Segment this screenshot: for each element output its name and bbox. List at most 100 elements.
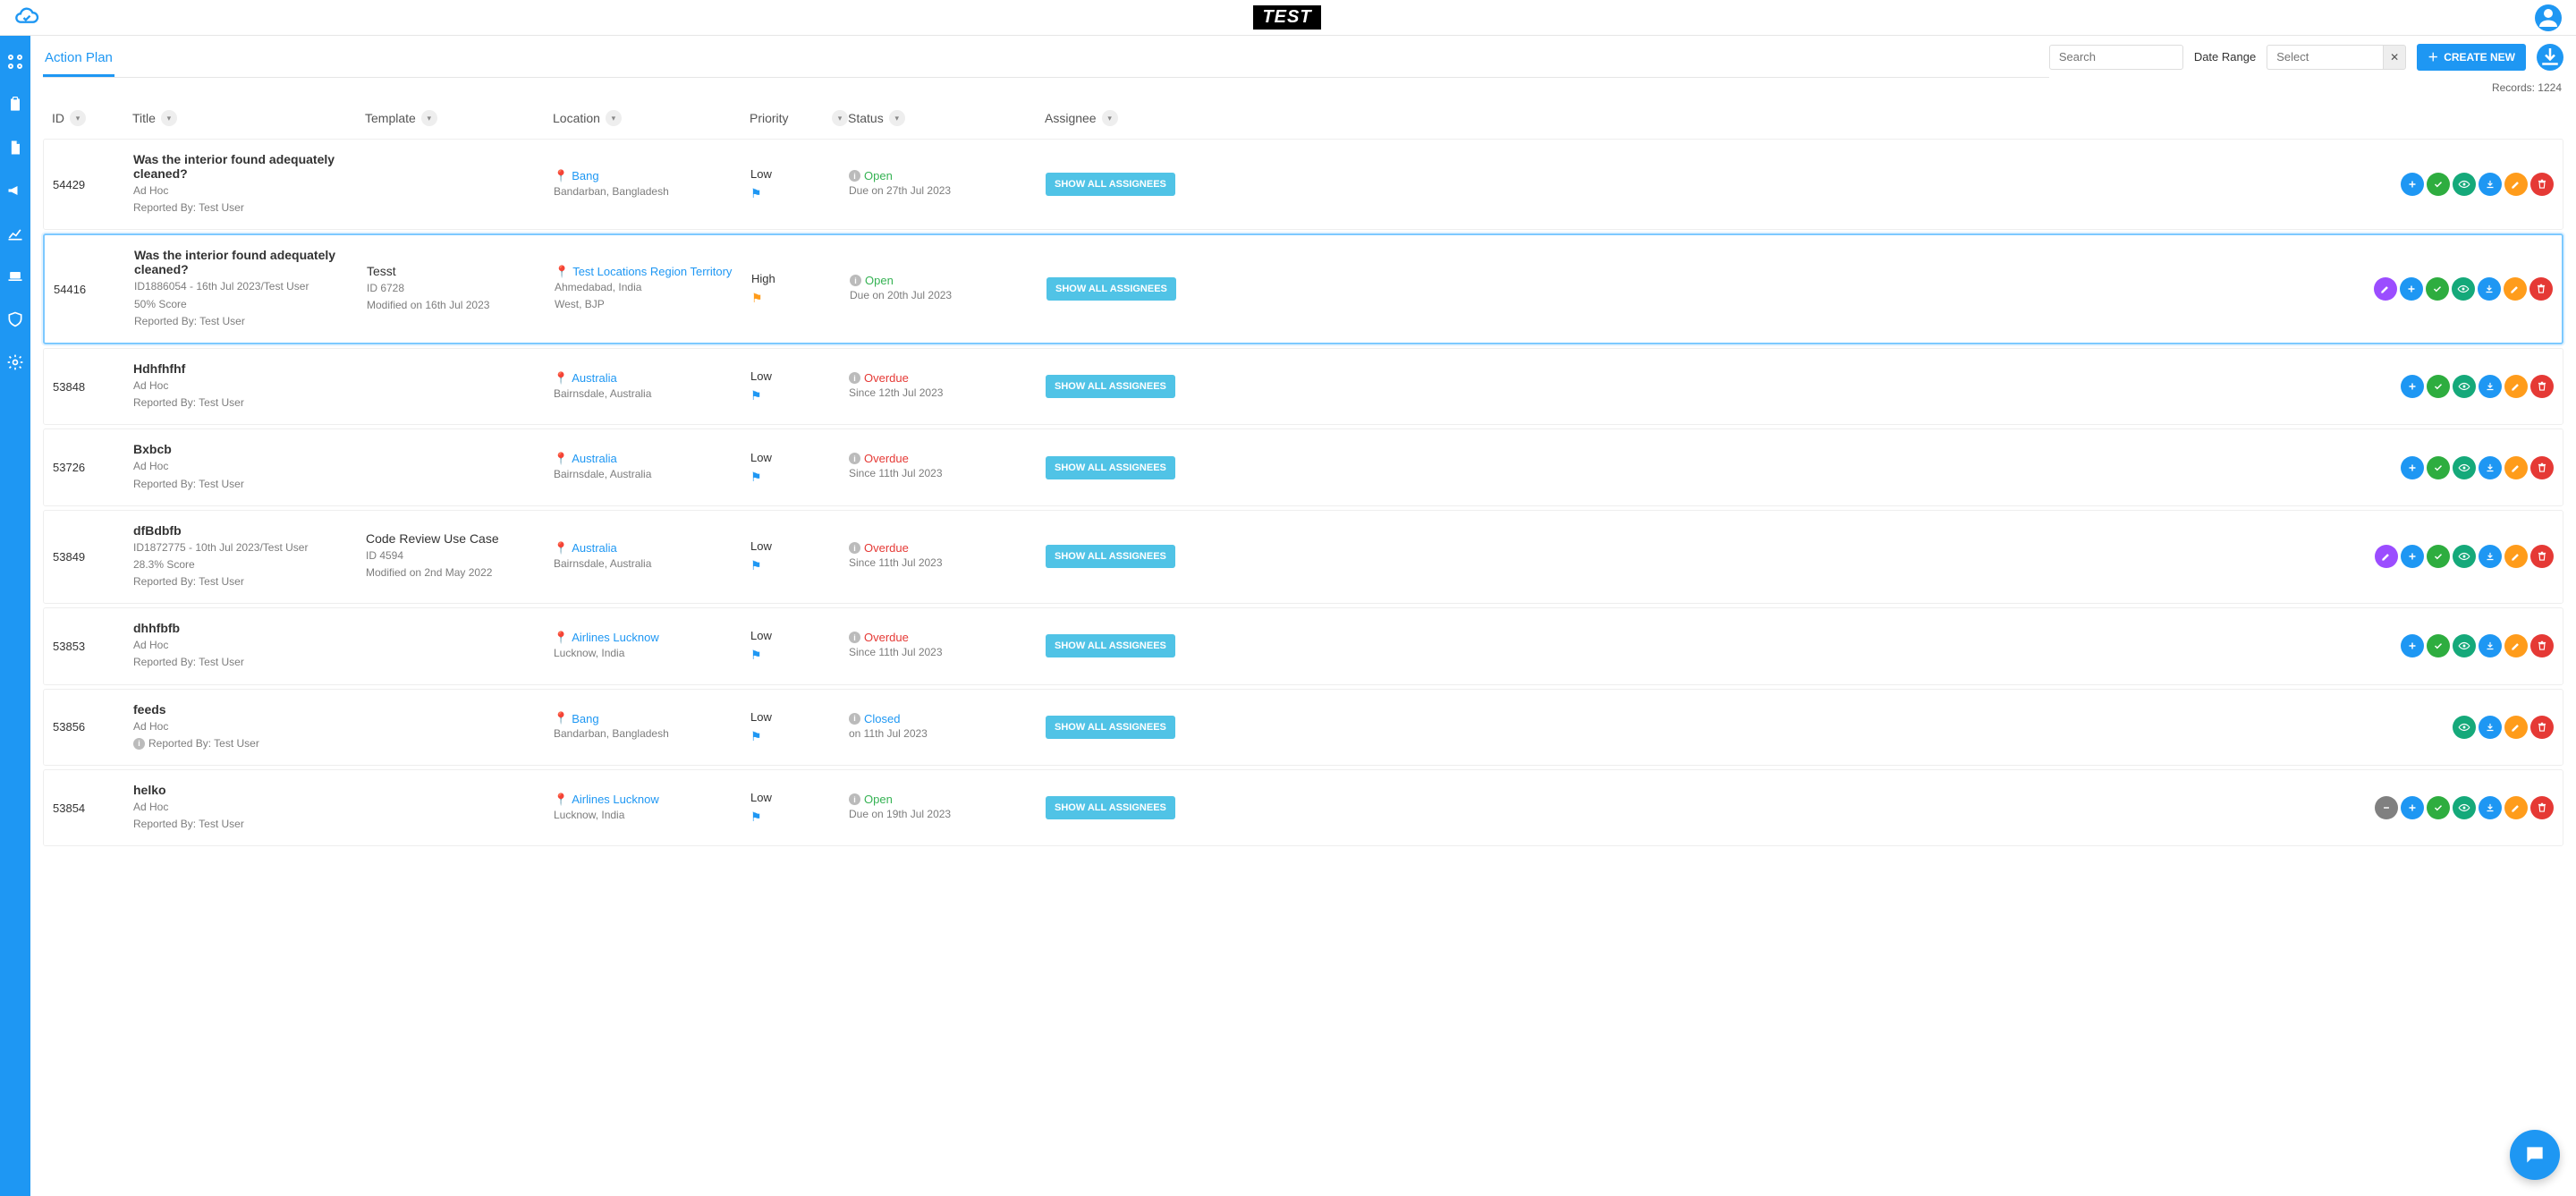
table-row[interactable]: 54416 Was the interior found adequately … [43, 233, 2563, 344]
edit-icon-button[interactable] [2504, 545, 2528, 568]
table-row[interactable]: 53726 BxbcbAd HocReported By: Test User … [43, 428, 2563, 505]
show-all-assignees-button[interactable]: SHOW ALL ASSIGNEES [1046, 375, 1175, 398]
add-icon-button[interactable] [2401, 545, 2424, 568]
add-icon-button[interactable] [2401, 796, 2424, 819]
location-name[interactable]: Australia [572, 541, 617, 555]
edit-icon-button[interactable] [2504, 173, 2528, 196]
sort-icon[interactable]: ▾ [889, 110, 905, 126]
check-icon-button[interactable] [2427, 634, 2450, 657]
add-icon-button[interactable] [2401, 456, 2424, 479]
edit-icon [2510, 640, 2522, 652]
location-name[interactable]: Bang [572, 712, 598, 725]
edit-icon-button[interactable] [2504, 796, 2528, 819]
delete-icon-button[interactable] [2530, 173, 2554, 196]
check-icon-button[interactable] [2427, 456, 2450, 479]
delete-icon-button[interactable] [2530, 796, 2554, 819]
check-icon-button[interactable] [2427, 173, 2450, 196]
download-icon-button[interactable] [2479, 545, 2502, 568]
add-icon-button[interactable] [2401, 173, 2424, 196]
edit-icon-button[interactable] [2375, 545, 2398, 568]
sidebar-item-megaphone[interactable] [5, 181, 25, 200]
check-icon-button[interactable] [2427, 796, 2450, 819]
delete-icon-button[interactable] [2530, 456, 2554, 479]
app-logo[interactable] [14, 5, 39, 30]
table-row[interactable]: 53856 feedsAd HociReported By: Test User… [43, 689, 2563, 766]
view-icon-button[interactable] [2453, 456, 2476, 479]
download-icon-button[interactable] [2479, 173, 2502, 196]
edit-icon-button[interactable] [2504, 375, 2528, 398]
check-icon-button[interactable] [2427, 375, 2450, 398]
view-icon-button[interactable] [2453, 796, 2476, 819]
sidebar-item-clipboard[interactable] [5, 95, 25, 115]
download-icon-button[interactable] [2479, 634, 2502, 657]
search-input[interactable] [2049, 45, 2183, 70]
chat-fab[interactable] [2510, 1130, 2560, 1180]
location-name[interactable]: Airlines Lucknow [572, 793, 659, 806]
sort-icon[interactable]: ▾ [70, 110, 86, 126]
date-range-input[interactable] [2267, 45, 2383, 70]
show-all-assignees-button[interactable]: SHOW ALL ASSIGNEES [1046, 634, 1175, 657]
view-icon-button[interactable] [2453, 716, 2476, 739]
sidebar-item-document[interactable] [5, 138, 25, 157]
download-icon-button[interactable] [2478, 277, 2501, 301]
show-all-assignees-button[interactable]: SHOW ALL ASSIGNEES [1046, 796, 1175, 819]
download-icon-button[interactable] [2479, 796, 2502, 819]
delete-icon-button[interactable] [2530, 634, 2554, 657]
sidebar-item-laptop[interactable] [5, 267, 25, 286]
sort-icon[interactable]: ▾ [832, 110, 848, 126]
sort-icon[interactable]: ▾ [606, 110, 622, 126]
edit-icon-button[interactable] [2504, 634, 2528, 657]
download-icon-button[interactable] [2479, 716, 2502, 739]
add-icon-button[interactable] [2401, 634, 2424, 657]
view-icon-button[interactable] [2453, 545, 2476, 568]
show-all-assignees-button[interactable]: SHOW ALL ASSIGNEES [1046, 545, 1175, 568]
edit-icon-button[interactable] [2374, 277, 2397, 301]
location-name[interactable]: Bang [572, 169, 598, 182]
table-row[interactable]: 54429 Was the interior found adequately … [43, 139, 2563, 230]
location-name[interactable]: Airlines Lucknow [572, 631, 659, 644]
check-icon-button[interactable] [2426, 277, 2449, 301]
sidebar-item-shield[interactable] [5, 310, 25, 329]
sidebar-item-apps[interactable] [5, 52, 25, 72]
table-row[interactable]: 53854 helkoAd HocReported By: Test User … [43, 769, 2563, 846]
delete-icon-button[interactable] [2530, 716, 2554, 739]
show-all-assignees-button[interactable]: SHOW ALL ASSIGNEES [1046, 456, 1175, 479]
show-all-assignees-button[interactable]: SHOW ALL ASSIGNEES [1046, 716, 1175, 739]
add-icon-button[interactable] [2401, 375, 2424, 398]
sort-icon[interactable]: ▾ [421, 110, 437, 126]
tab-action-plan[interactable]: Action Plan [43, 41, 114, 77]
show-all-assignees-button[interactable]: SHOW ALL ASSIGNEES [1046, 277, 1176, 301]
edit-icon-button[interactable] [2504, 456, 2528, 479]
delete-icon [2536, 462, 2548, 474]
sidebar-item-chart[interactable] [5, 224, 25, 243]
table-row[interactable]: 53849 dfBdbfbID1872775 - 10th Jul 2023/T… [43, 510, 2563, 605]
add-icon-button[interactable] [2400, 277, 2423, 301]
user-avatar[interactable] [2535, 4, 2562, 31]
check-icon-button[interactable] [2427, 545, 2450, 568]
create-new-button[interactable]: ＋CREATE NEW [2417, 44, 2526, 71]
table-row[interactable]: 53848 HdhfhfhfAd HocReported By: Test Us… [43, 348, 2563, 425]
row-title: dhhfbfb [133, 621, 366, 635]
download-icon-button[interactable] [2479, 375, 2502, 398]
location-name[interactable]: Test Locations Region Territory [572, 265, 732, 278]
table-row[interactable]: 53853 dhhfbfbAd HocReported By: Test Use… [43, 607, 2563, 684]
sort-icon[interactable]: ▾ [161, 110, 177, 126]
delete-icon-button[interactable] [2530, 375, 2554, 398]
show-all-assignees-button[interactable]: SHOW ALL ASSIGNEES [1046, 173, 1175, 196]
view-icon-button[interactable] [2453, 173, 2476, 196]
edit-icon-button[interactable] [2504, 716, 2528, 739]
download-icon-button[interactable] [2479, 456, 2502, 479]
view-icon-button[interactable] [2453, 375, 2476, 398]
edit-icon-button[interactable] [2504, 277, 2527, 301]
neutral-icon-button[interactable] [2375, 796, 2398, 819]
delete-icon-button[interactable] [2529, 277, 2553, 301]
sort-icon[interactable]: ▾ [1102, 110, 1118, 126]
download-all-button[interactable] [2537, 44, 2563, 71]
location-name[interactable]: Australia [572, 371, 617, 385]
sidebar-item-settings[interactable] [5, 352, 25, 372]
date-range-clear-button[interactable]: ✕ [2383, 45, 2406, 70]
view-icon-button[interactable] [2452, 277, 2475, 301]
delete-icon-button[interactable] [2530, 545, 2554, 568]
view-icon-button[interactable] [2453, 634, 2476, 657]
location-name[interactable]: Australia [572, 452, 617, 465]
